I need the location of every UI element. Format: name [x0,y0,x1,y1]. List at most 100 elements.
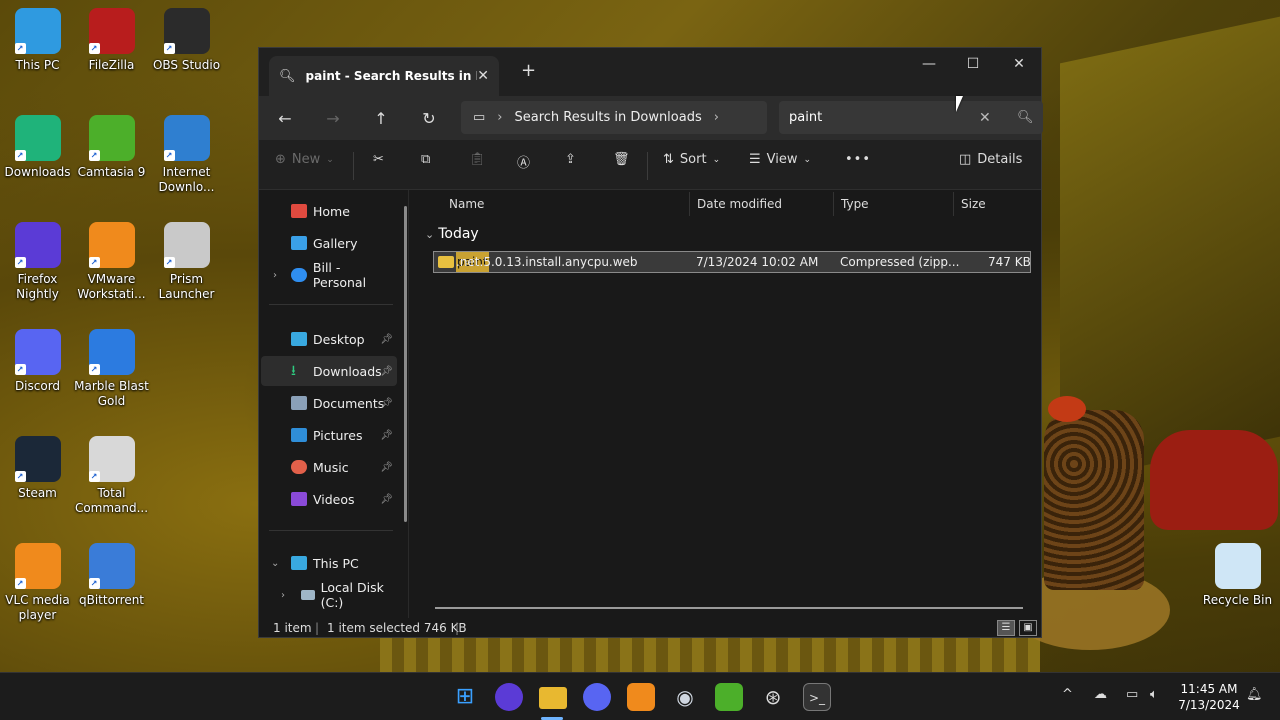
sidebar-item-documents[interactable]: Documents 📌︎ [261,388,397,418]
shortcut-arrow-icon: ↗ [14,471,26,482]
up-button[interactable]: ↑ [361,109,401,128]
show-hidden-icons-chevron[interactable]: ^ [1062,687,1073,702]
file-row[interactable]: paint .net.5.0.13.install.anycpu.web 7/13… [433,251,1031,273]
desktop-shortcut-obs-studio[interactable]: ↗ OBS Studio [149,8,224,73]
desktop-shortcut-camtasia[interactable]: ↗ Camtasia 9 [74,115,149,180]
desktop-shortcut-discord[interactable]: ↗ Discord [0,329,75,394]
start-button[interactable]: ⊞ [451,683,479,711]
discord-taskbar-icon[interactable] [583,683,611,711]
sidebar-item-music[interactable]: Music 📌︎ [261,452,397,482]
refresh-button[interactable]: ↻ [409,109,449,128]
group-header-today[interactable]: ⌄ Today [425,226,479,242]
volume-icon[interactable]: 🔈︎ [1150,687,1158,702]
minimize-button[interactable]: — [909,52,949,76]
status-bar: 1 item | 1 item selected 746 KB | ☰ ▣ [259,618,1041,638]
network-icon[interactable]: ▭ [1126,687,1138,702]
pin-icon[interactable]: 📌︎ [380,398,393,409]
clock[interactable]: 11:45 AM 7/13/2024 [1178,681,1240,713]
camtasia-taskbar-icon[interactable] [715,683,743,711]
shortcut-arrow-icon: ↗ [88,150,100,161]
share-button[interactable]: ⇪ [565,152,576,167]
paste-button[interactable]: 📋︎ [469,152,486,167]
address-bar[interactable]: ▭ › Search Results in Downloads › [461,101,767,134]
desktop-shortcut-steam[interactable]: ↗ Steam [0,436,75,501]
file-explorer-taskbar-icon[interactable] [539,687,567,709]
desktop-shortcut-qbittorrent[interactable]: ↗ qBittorrent [74,543,149,608]
details-view-button[interactable]: ☰ [997,620,1015,636]
desktop-shortcut-marble-blast[interactable]: ↗ Marble Blast Gold [74,329,149,409]
sidebar-item-this-pc[interactable]: This PC [261,548,397,578]
vmware-taskbar-icon[interactable] [627,683,655,711]
steam-taskbar-icon[interactable]: ◉ [671,683,699,711]
search-input[interactable] [789,110,969,125]
pin-icon[interactable]: 📌︎ [380,494,393,505]
column-divider[interactable] [953,192,954,216]
column-header-size[interactable]: Size [961,190,986,218]
sidebar-scrollbar[interactable] [404,206,407,522]
recycle-bin-icon [1214,543,1261,589]
cloud-sync-icon[interactable]: ☁ [1094,687,1107,702]
sidebar-item-home[interactable]: Home [261,196,397,226]
pin-icon[interactable]: 📌︎ [380,462,393,473]
desktop-shortcut-recycle-bin[interactable]: Recycle Bin [1200,543,1275,608]
desktop-shortcut-filezilla[interactable]: ↗ FileZilla [74,8,149,73]
obs-taskbar-icon[interactable]: ⊛ [759,683,787,711]
music-icon [291,460,307,474]
desktop-shortcut-internet-download-manager[interactable]: ↗ Internet Downlo... [149,115,224,195]
desktop-shortcut-downloads-folder[interactable]: ↗ Downloads [0,115,75,180]
sidebar-item-downloads[interactable]: ⭳ Downloads 📌︎ [261,356,397,386]
terminal-taskbar-icon[interactable]: >_ [803,683,831,711]
sidebar-item-pictures[interactable]: Pictures 📌︎ [261,420,397,450]
copy-button[interactable]: ⧉ [421,152,430,167]
sort-button[interactable]: ⇅ Sort ⌄ [663,152,720,167]
sidebar-item-local-disk[interactable]: Local Disk (C:) [261,580,397,610]
more-options-button[interactable]: ••• [845,152,871,167]
cloud-icon [291,268,307,282]
close-tab-icon[interactable]: ✕ [477,68,489,84]
clear-search-icon[interactable]: ✕ [979,110,991,126]
desktop-shortcut-total-commander[interactable]: ↗ Total Command... [74,436,149,516]
sidebar-item-desktop[interactable]: Desktop 📌︎ [261,324,397,354]
desktop-shortcut-prism-launcher[interactable]: ↗ Prism Launcher [149,222,224,302]
desktop-shortcut-label: Steam [18,486,57,500]
horizontal-scrollbar[interactable] [435,607,1023,609]
pin-icon[interactable]: 📌︎ [380,334,393,345]
wallpaper-phone [1150,430,1278,530]
delete-button[interactable]: 🗑︎ [613,152,630,167]
plus-circle-icon: ⊕ [275,152,286,167]
sidebar-item-onedrive[interactable]: Bill - Personal [261,260,397,290]
column-header-name[interactable]: Name [449,190,484,218]
forward-button[interactable]: → [313,109,353,128]
rename-button[interactable]: Ⓐ [517,152,530,171]
column-header-date[interactable]: Date modified [697,190,782,218]
file-type: Compressed (zipp... [840,255,960,269]
desktop-shortcut-vmware[interactable]: ↗ VMware Workstati... [74,222,149,302]
chevron-right-icon[interactable]: › [714,110,719,125]
desktop-shortcut-firefox-nightly[interactable]: ↗ Firefox Nightly [0,222,75,302]
search-icon[interactable]: 🔍︎ [1017,110,1034,125]
new-button[interactable]: ⊕ New ⌄ [275,152,334,167]
notifications-bell-icon[interactable]: 🔔︎ [1246,687,1263,702]
home-icon [291,204,307,218]
sidebar-item-gallery[interactable]: Gallery [261,228,397,258]
breadcrumb-search-results[interactable]: Search Results in Downloads [515,110,702,125]
column-divider[interactable] [833,192,834,216]
details-button[interactable]: ◫ Details [959,152,1022,167]
maximize-button[interactable]: ☐ [953,52,993,76]
column-divider[interactable] [689,192,690,216]
desktop-shortcut-vlc[interactable]: ↗ VLC media player [0,543,75,623]
tiles-view-button[interactable]: ▣ [1019,620,1037,636]
tab-search-results[interactable]: 🔍︎ paint - Search Results in Down ✕ [269,56,499,96]
new-tab-button[interactable]: + [521,60,536,81]
sidebar-item-videos[interactable]: Videos 📌︎ [261,484,397,514]
column-header-type[interactable]: Type [841,190,869,218]
pin-icon[interactable]: 📌︎ [380,430,393,441]
cut-button[interactable]: ✂ [373,152,384,167]
clock-date: 7/13/2024 [1178,698,1240,712]
back-button[interactable]: ← [265,109,305,128]
pin-icon[interactable]: 📌︎ [380,366,393,377]
firefox-nightly-taskbar-icon[interactable] [495,683,523,711]
close-window-button[interactable]: ✕ [999,52,1039,76]
desktop-shortcut-this-pc[interactable]: ↗ This PC [0,8,75,73]
view-button[interactable]: ☰ View ⌄ [749,152,811,167]
